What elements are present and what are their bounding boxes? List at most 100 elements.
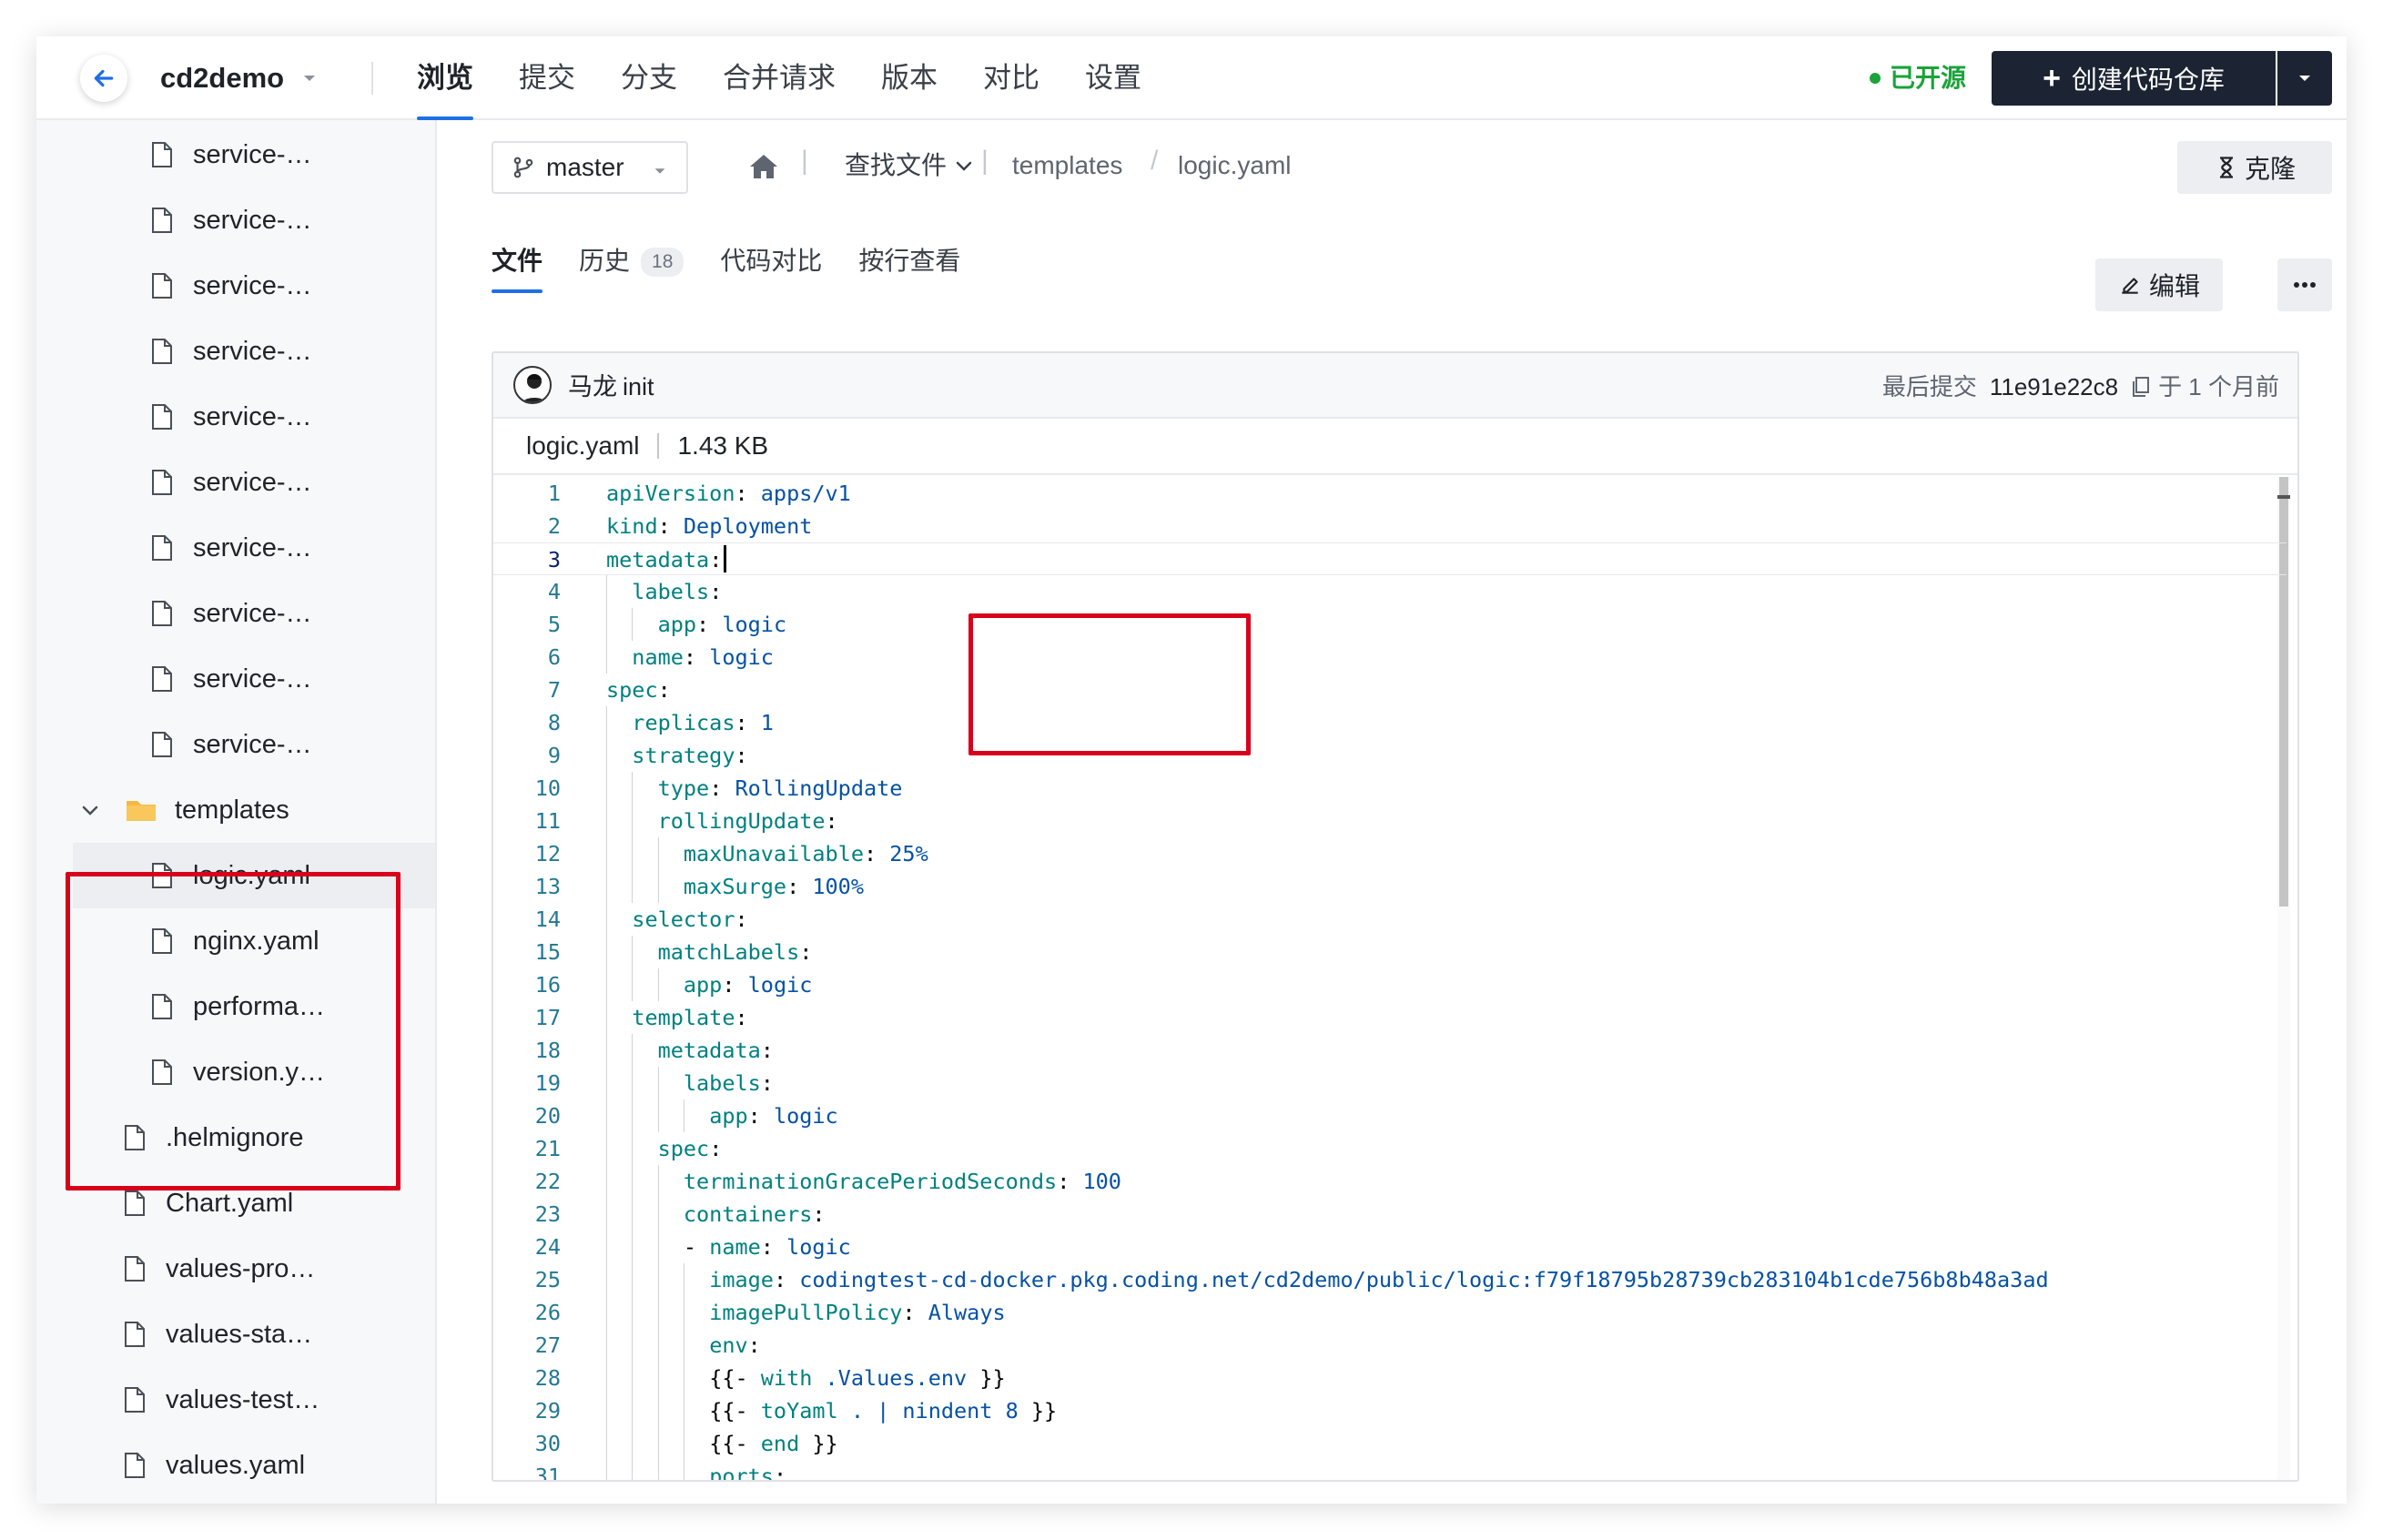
indent-guide	[657, 1198, 659, 1231]
copy-icon[interactable]	[2131, 376, 2151, 398]
tree-file[interactable]: values-sta…	[124, 1302, 312, 1367]
code-line[interactable]: 1 apiVersion: apps/v1	[493, 477, 2287, 510]
tree-folder-templates[interactable]: templates	[80, 777, 289, 843]
code-line[interactable]: 18 metadata:	[493, 1034, 2287, 1067]
user-avatar-icon	[521, 374, 548, 402]
more-actions-button[interactable]	[2277, 258, 2332, 311]
line-number: 2	[547, 513, 561, 539]
code-line[interactable]: 14 selector:	[493, 903, 2287, 936]
tree-file[interactable]: service-…	[151, 319, 312, 384]
code-line[interactable]: 23 containers:	[493, 1198, 2287, 1231]
tree-file[interactable]: service-…	[151, 712, 312, 777]
code-line[interactable]: 12 maxUnavailable: 25%	[493, 837, 2287, 870]
edit-button[interactable]: 编辑	[2095, 258, 2223, 311]
code-line[interactable]: 2 kind: Deployment	[493, 510, 2287, 542]
indent-guide	[606, 837, 607, 870]
code-line[interactable]: 13 maxSurge: 100%	[493, 870, 2287, 903]
code-line[interactable]: 27 env:	[493, 1329, 2287, 1362]
indent-guide	[606, 870, 607, 903]
commit-message[interactable]: init	[623, 370, 654, 404]
indent-guide	[632, 936, 634, 968]
tree-file-selected[interactable]: logic.yaml	[73, 843, 435, 908]
tree-file-label: service-…	[193, 205, 312, 235]
code-editor[interactable]: 1 apiVersion: apps/v1 2 kind: Deployment 3 me…	[493, 477, 2297, 1480]
clone-button[interactable]: 克隆	[2177, 141, 2332, 194]
tree-file[interactable]: values-pro…	[124, 1236, 315, 1302]
line-text: metadata:	[606, 547, 723, 572]
tab-diff[interactable]: 代码对比	[720, 229, 822, 293]
more-horizontal-icon	[2294, 282, 2316, 288]
code-line[interactable]: 5 app: logic	[493, 608, 2287, 641]
tree-file[interactable]: service-…	[151, 253, 312, 319]
indent-guide	[632, 1165, 634, 1198]
code-line[interactable]: 30 {{- end }}	[493, 1427, 2287, 1460]
code-line[interactable]: 31 ports:	[493, 1460, 2287, 1480]
tree-file[interactable]: version.y…	[151, 1039, 325, 1105]
breadcrumb-current-file: logic.yaml	[1178, 151, 1292, 179]
tree-file[interactable]: service-…	[151, 581, 312, 646]
tree-file[interactable]: Chart.yaml	[124, 1170, 293, 1236]
commit-author[interactable]: 马龙	[568, 370, 617, 404]
code-line[interactable]: 28 {{- with .Values.env }}	[493, 1362, 2287, 1394]
text-cursor	[724, 545, 727, 572]
chevron-down-icon[interactable]	[300, 69, 319, 87]
chevron-down-icon[interactable]	[80, 800, 100, 820]
code-line[interactable]: 4 labels:	[493, 575, 2287, 608]
tree-file-label: version.y…	[193, 1057, 326, 1087]
avatar[interactable]	[513, 366, 552, 404]
tab-blame[interactable]: 按行查看	[858, 229, 960, 293]
tree-file[interactable]: service-…	[151, 122, 312, 187]
code-line[interactable]: 9 strategy:	[493, 739, 2287, 772]
tree-file[interactable]: values-test…	[124, 1367, 319, 1433]
line-number: 23	[534, 1201, 561, 1227]
back-button[interactable]	[80, 55, 127, 102]
tree-file[interactable]: values.yaml	[124, 1433, 305, 1498]
indent-guide	[657, 1231, 659, 1263]
indent-guide	[632, 1198, 634, 1231]
tree-file[interactable]: performa…	[151, 974, 325, 1039]
project-name[interactable]: cd2demo	[160, 58, 284, 98]
find-file-button[interactable]: 查找文件	[845, 147, 974, 184]
code-line[interactable]: 22 terminationGracePeriodSeconds: 100	[493, 1165, 2287, 1198]
code-line[interactable]: 19 labels:	[493, 1067, 2287, 1099]
tree-file[interactable]: nginx.yaml	[151, 908, 319, 974]
code-line[interactable]: 24 - name: logic	[493, 1231, 2287, 1263]
tree-file[interactable]: service-…	[151, 515, 312, 581]
code-line[interactable]: 3 metadata:	[493, 542, 2287, 575]
code-line[interactable]: 20 app: logic	[493, 1099, 2287, 1132]
code-line[interactable]: 15 matchLabels:	[493, 936, 2287, 968]
tree-file[interactable]: .helmignore	[124, 1105, 304, 1170]
create-repo-dropdown-button[interactable]	[2277, 51, 2332, 106]
code-line[interactable]: 10 type: RollingUpdate	[493, 772, 2287, 805]
code-line[interactable]: 21 spec:	[493, 1132, 2287, 1165]
code-line[interactable]: 29 {{- toYaml . | nindent 8 }}	[493, 1394, 2287, 1427]
tab-history[interactable]: 历史 18	[579, 229, 684, 293]
branch-selector[interactable]: master	[492, 141, 688, 194]
code-line[interactable]: 26 imagePullPolicy: Always	[493, 1296, 2287, 1329]
code-line[interactable]: 25 image: codingtest-cd-docker.pkg.codin…	[493, 1263, 2287, 1296]
indent-guide	[606, 1198, 607, 1231]
create-repo-button[interactable]: + 创建代码仓库	[1992, 51, 2276, 106]
nav-tab-commits[interactable]: 提交	[519, 36, 575, 120]
code-line[interactable]: 11 rollingUpdate:	[493, 805, 2287, 837]
code-line[interactable]: 17 template:	[493, 1001, 2287, 1034]
home-icon[interactable]	[748, 153, 779, 180]
code-line[interactable]: 16 app: logic	[493, 968, 2287, 1001]
tree-file[interactable]: service-…	[151, 450, 312, 515]
tree-file[interactable]: service-…	[151, 384, 312, 450]
nav-tab-compare[interactable]: 对比	[983, 36, 1039, 120]
code-line[interactable]: 8 replicas: 1	[493, 706, 2287, 739]
tree-file[interactable]: service-…	[151, 187, 312, 253]
code-line[interactable]: 7 spec:	[493, 674, 2287, 706]
tree-file[interactable]: service-…	[151, 646, 312, 712]
nav-tab-releases[interactable]: 版本	[881, 36, 938, 120]
indent-guide	[632, 1231, 634, 1263]
breadcrumb-templates[interactable]: templates	[1012, 147, 1122, 184]
nav-tab-branches[interactable]: 分支	[621, 36, 677, 120]
nav-tab-settings[interactable]: 设置	[1085, 36, 1141, 120]
tab-file[interactable]: 文件	[492, 229, 543, 293]
nav-tab-merge-requests[interactable]: 合并请求	[723, 36, 836, 120]
nav-tab-browse[interactable]: 浏览	[417, 36, 473, 120]
code-line[interactable]: 6 name: logic	[493, 641, 2287, 674]
commit-hash[interactable]: 11e91e22c8	[1990, 370, 2118, 404]
